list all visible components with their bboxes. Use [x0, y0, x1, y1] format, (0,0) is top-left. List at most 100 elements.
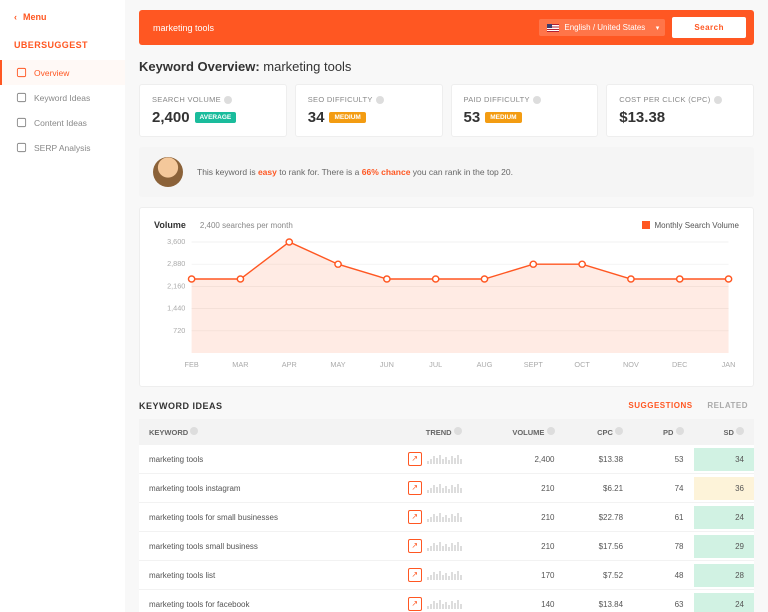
- info-icon[interactable]: [376, 96, 384, 104]
- sparkline: [427, 599, 462, 609]
- svg-text:SEPT: SEPT: [524, 361, 544, 369]
- svg-text:MAY: MAY: [330, 361, 346, 369]
- menu-button[interactable]: ‹ Menu: [0, 12, 125, 36]
- cell-volume: 210: [472, 532, 565, 561]
- cell-pd: 53: [633, 445, 693, 474]
- cell-pd: 63: [633, 590, 693, 612]
- cell-pd: 48: [633, 561, 693, 590]
- card-paid-difficulty: PAID DIFFICULTY 53MEDIUM: [451, 84, 599, 137]
- language-label: English / United States: [564, 23, 645, 32]
- sidebar-item-overview[interactable]: Overview: [0, 60, 125, 85]
- col-trend[interactable]: TREND: [361, 419, 471, 445]
- expand-icon[interactable]: ↗: [408, 481, 422, 495]
- volume-chart: 7201,4402,1602,8803,600FEBMARAPRMAYJUNJU…: [154, 236, 739, 371]
- menu-label: Menu: [23, 12, 47, 22]
- info-icon: [547, 427, 555, 435]
- brand-title: UBERSUGGEST: [0, 36, 125, 60]
- nav-label: SERP Analysis: [34, 143, 91, 153]
- metric-cards: SEARCH VOLUME 2,400AVERAGE SEO DIFFICULT…: [139, 84, 754, 137]
- tip-box: This keyword is easy to rank for. There …: [139, 147, 754, 197]
- info-icon: [676, 427, 684, 435]
- sidebar-item-keyword-ideas[interactable]: Keyword Ideas: [0, 85, 125, 110]
- tip-text: This keyword is easy to rank for. There …: [197, 167, 513, 177]
- col-sd[interactable]: SD: [694, 419, 755, 445]
- svg-text:OCT: OCT: [574, 361, 590, 369]
- svg-text:JUL: JUL: [429, 361, 442, 369]
- expand-icon[interactable]: ↗: [408, 452, 422, 466]
- cell-cpc: $13.84: [565, 590, 634, 612]
- cell-keyword: marketing tools: [139, 445, 361, 474]
- table-row[interactable]: marketing tools small business ↗ 210 $17…: [139, 532, 754, 561]
- nav-label: Keyword Ideas: [34, 93, 90, 103]
- cell-volume: 210: [472, 474, 565, 503]
- info-icon: [615, 427, 623, 435]
- cell-volume: 140: [472, 590, 565, 612]
- col-volume[interactable]: VOLUME: [472, 419, 565, 445]
- language-select[interactable]: English / United States: [539, 19, 665, 36]
- svg-text:JUN: JUN: [380, 361, 394, 369]
- sparkline: [427, 454, 462, 464]
- svg-text:1,440: 1,440: [167, 305, 185, 313]
- card-seo-difficulty: SEO DIFFICULTY 34MEDIUM: [295, 84, 443, 137]
- cell-sd: 34: [694, 445, 755, 474]
- content-ideas-icon: [16, 117, 27, 128]
- info-icon: [736, 427, 744, 435]
- table-row[interactable]: marketing tools instagram ↗ 210 $6.21 74…: [139, 474, 754, 503]
- info-icon[interactable]: [533, 96, 541, 104]
- cell-cpc: $22.78: [565, 503, 634, 532]
- col-cpc[interactable]: CPC: [565, 419, 634, 445]
- svg-text:720: 720: [173, 327, 185, 335]
- expand-icon[interactable]: ↗: [408, 568, 422, 582]
- keyword-ideas-table: KEYWORD TREND VOLUME CPC PD SD marketing…: [139, 419, 754, 612]
- info-icon: [190, 427, 198, 435]
- nav-label: Content Ideas: [34, 118, 87, 128]
- search-bar: English / United States Search: [139, 10, 754, 45]
- cell-trend: ↗: [361, 532, 471, 561]
- cell-trend: ↗: [361, 503, 471, 532]
- sidebar-item-serp-analysis[interactable]: SERP Analysis: [0, 135, 125, 160]
- search-input[interactable]: [147, 19, 532, 37]
- search-button[interactable]: Search: [672, 17, 746, 38]
- cell-pd: 61: [633, 503, 693, 532]
- table-row[interactable]: marketing tools for small businesses ↗ 2…: [139, 503, 754, 532]
- sparkline: [427, 483, 462, 493]
- sparkline: [427, 512, 462, 522]
- col-keyword[interactable]: KEYWORD: [139, 419, 361, 445]
- expand-icon[interactable]: ↗: [408, 539, 422, 553]
- svg-text:MAR: MAR: [232, 361, 248, 369]
- svg-text:2,880: 2,880: [167, 260, 185, 268]
- sidebar-item-content-ideas[interactable]: Content Ideas: [0, 110, 125, 135]
- cell-volume: 2,400: [472, 445, 565, 474]
- nav-label: Overview: [34, 68, 69, 78]
- table-row[interactable]: marketing tools for facebook ↗ 140 $13.8…: [139, 590, 754, 612]
- tab-related[interactable]: RELATED: [701, 399, 754, 412]
- cell-cpc: $17.56: [565, 532, 634, 561]
- svg-text:JAN: JAN: [722, 361, 736, 369]
- cell-keyword: marketing tools for facebook: [139, 590, 361, 612]
- badge-average: AVERAGE: [195, 112, 237, 123]
- col-pd[interactable]: PD: [633, 419, 693, 445]
- cell-volume: 210: [472, 503, 565, 532]
- main-content: English / United States Search Keyword O…: [125, 0, 768, 612]
- sidebar: ‹ Menu UBERSUGGEST Overview Keyword Ideas…: [0, 0, 125, 612]
- svg-text:APR: APR: [282, 361, 297, 369]
- info-icon[interactable]: [714, 96, 722, 104]
- cell-sd: 29: [694, 532, 755, 561]
- cell-trend: ↗: [361, 474, 471, 503]
- table-row[interactable]: marketing tools list ↗ 170 $7.52 48 28: [139, 561, 754, 590]
- expand-icon[interactable]: ↗: [408, 510, 422, 524]
- cell-keyword: marketing tools list: [139, 561, 361, 590]
- table-row[interactable]: marketing tools ↗ 2,400 $13.38 53 34: [139, 445, 754, 474]
- tab-suggestions[interactable]: SUGGESTIONS: [622, 399, 698, 412]
- page-title: Keyword Overview: marketing tools: [139, 59, 754, 74]
- flag-icon: [547, 24, 559, 32]
- chart-legend: Monthly Search Volume: [642, 221, 740, 230]
- info-icon[interactable]: [224, 96, 232, 104]
- card-cpc: COST PER CLICK (CPC) $13.38: [606, 84, 754, 137]
- svg-text:FEB: FEB: [185, 361, 199, 369]
- cell-trend: ↗: [361, 445, 471, 474]
- cell-keyword: marketing tools small business: [139, 532, 361, 561]
- cell-sd: 36: [694, 474, 755, 503]
- expand-icon[interactable]: ↗: [408, 597, 422, 611]
- chart-title: Volume: [154, 220, 186, 230]
